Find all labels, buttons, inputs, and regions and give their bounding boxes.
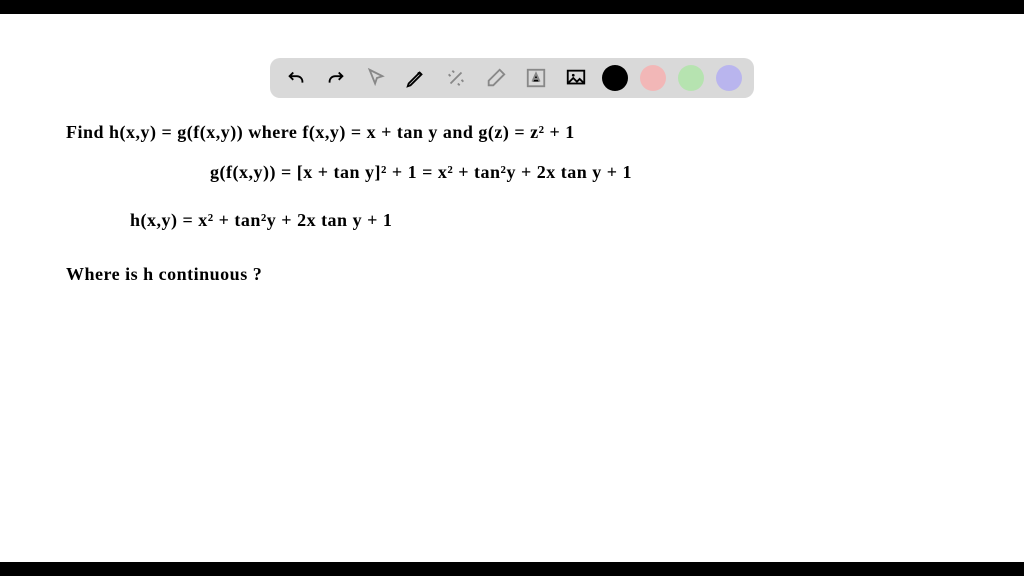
- handwriting-line-1: Find h(x,y) = g(f(x,y)) where f(x,y) = x…: [66, 122, 575, 143]
- redo-icon: [325, 67, 347, 89]
- pointer-icon: [365, 67, 387, 89]
- undo-button[interactable]: [282, 64, 310, 92]
- tools-icon: [445, 67, 467, 89]
- eraser-button[interactable]: [482, 64, 510, 92]
- color-green[interactable]: [678, 65, 704, 91]
- whiteboard-canvas[interactable]: Find h(x,y) = g(f(x,y)) where f(x,y) = x…: [0, 14, 1024, 562]
- handwriting-line-2: g(f(x,y)) = [x + tan y]² + 1 = x² + tan²…: [210, 162, 632, 183]
- image-icon: [565, 67, 587, 89]
- pen-icon: [405, 67, 427, 89]
- text-button[interactable]: [522, 64, 550, 92]
- image-button[interactable]: [562, 64, 590, 92]
- undo-icon: [285, 67, 307, 89]
- pointer-button[interactable]: [362, 64, 390, 92]
- redo-button[interactable]: [322, 64, 350, 92]
- text-icon: [525, 67, 547, 89]
- pen-button[interactable]: [402, 64, 430, 92]
- handwriting-line-4: Where is h continuous ?: [66, 264, 262, 285]
- drawing-toolbar: [270, 58, 754, 98]
- color-purple[interactable]: [716, 65, 742, 91]
- color-black[interactable]: [602, 65, 628, 91]
- tools-button[interactable]: [442, 64, 470, 92]
- color-pink[interactable]: [640, 65, 666, 91]
- handwriting-line-3: h(x,y) = x² + tan²y + 2x tan y + 1: [130, 210, 392, 231]
- eraser-icon: [485, 67, 507, 89]
